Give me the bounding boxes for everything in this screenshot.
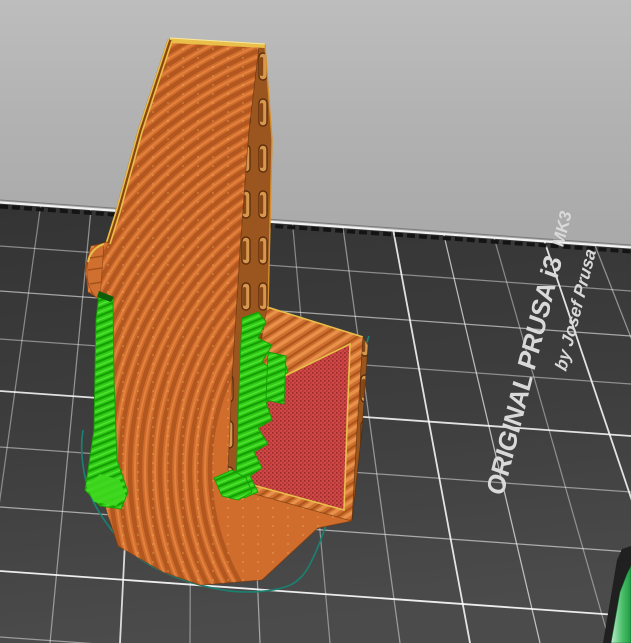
support-pillar <box>265 351 287 405</box>
slicer-3d-viewport[interactable]: ORIGINAL PRUSA i3 MK3 by Josef Prusa <box>0 0 631 643</box>
scene-canvas: ORIGINAL PRUSA i3 MK3 by Josef Prusa <box>0 37 631 643</box>
